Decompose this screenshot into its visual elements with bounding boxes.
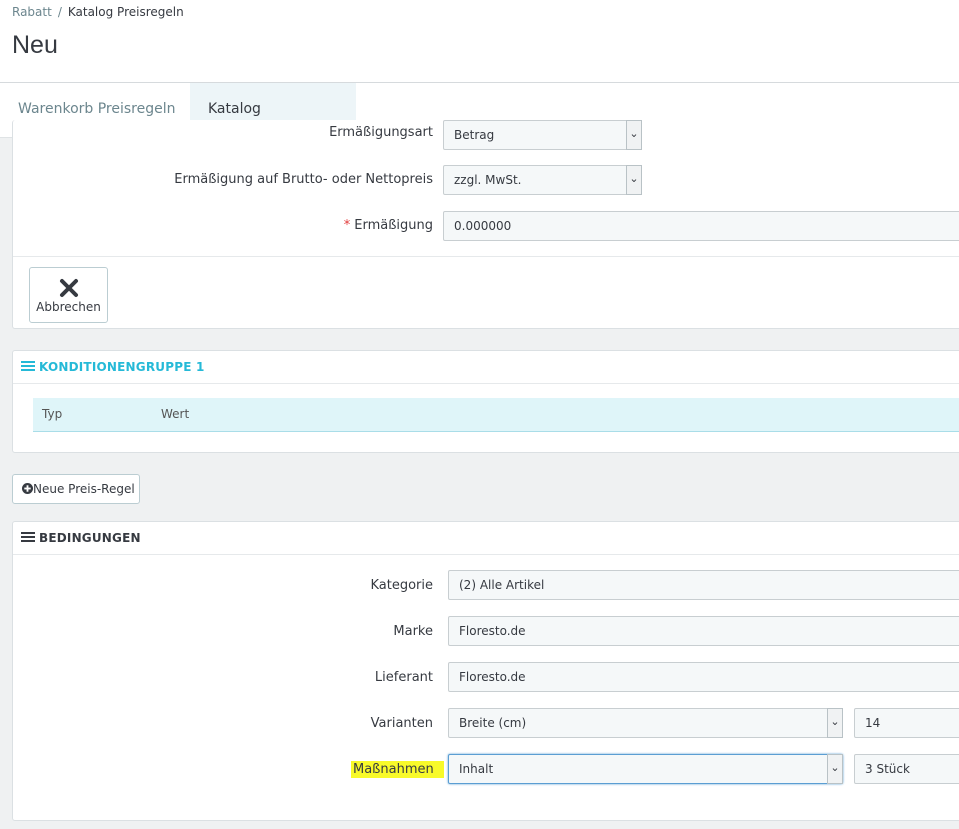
discount-type-select[interactable]: Betrag ⌄ (443, 120, 642, 150)
supplier-select[interactable]: Floresto.de (448, 662, 959, 692)
variants-value: Breite (cm) (459, 716, 527, 730)
measures-select[interactable]: Inhalt ⌄ (448, 754, 843, 784)
cancel-label: Abbrechen (36, 300, 101, 314)
brutto-netto-value: zzgl. MwSt. (454, 173, 522, 187)
condition-group-title: KONDITIONENGRUPPE 1 (39, 360, 205, 374)
variants-option-select[interactable]: 14 (854, 708, 959, 738)
measures-value: Inhalt (459, 762, 494, 776)
conditions-panel: BEDINGUNGEN Kategorie (2) Alle Artikel M… (12, 521, 959, 821)
required-marker: * (343, 218, 351, 233)
measures-label: Maßnahmen (351, 761, 444, 778)
condition-group-heading: KONDITIONENGRUPPE 1 (13, 351, 959, 384)
measures-label-wrap: Maßnahmen (351, 761, 444, 781)
category-select[interactable]: (2) Alle Artikel (448, 570, 959, 600)
supplier-label: Lieferant (374, 670, 433, 685)
category-label: Kategorie (370, 578, 433, 593)
new-price-rule-label: Neue Preis-Regel (33, 482, 135, 496)
condition-table-header: Typ Wert (33, 398, 959, 432)
brand-select[interactable]: Floresto.de (448, 616, 959, 646)
column-typ: Typ (42, 407, 63, 421)
discount-panel: Ermäßigungsart Betrag ⌄ Ermäßigung auf B… (12, 120, 959, 329)
conditions-title: BEDINGUNGEN (39, 531, 141, 545)
close-icon (30, 276, 107, 298)
breadcrumb-separator: / (57, 5, 62, 19)
brutto-netto-select[interactable]: zzgl. MwSt. ⌄ (443, 165, 642, 195)
list-icon (21, 531, 35, 542)
measures-option-select[interactable]: 3 Stück (854, 754, 959, 784)
chevron-down-icon: ⌄ (626, 165, 642, 195)
variants-label: Varianten (370, 716, 433, 731)
condition-group-panel: KONDITIONENGRUPPE 1 Typ Wert (12, 350, 959, 453)
variants-select[interactable]: Breite (cm) ⌄ (448, 708, 843, 738)
divider (13, 256, 959, 257)
page-header: Rabatt / Katalog Preisregeln Neu (0, 0, 959, 83)
breadcrumb-current: Katalog Preisregeln (67, 5, 184, 19)
cancel-button[interactable]: Abbrechen (29, 267, 108, 323)
discount-type-label: Ermäßigungsart (329, 125, 433, 140)
column-wert: Wert (161, 407, 190, 421)
chevron-down-icon: ⌄ (827, 754, 843, 784)
list-icon (21, 360, 35, 371)
brand-label: Marke (393, 624, 433, 639)
breadcrumb: Rabatt / Katalog Preisregeln (12, 5, 184, 19)
page-title: Neu (12, 31, 58, 59)
discount-type-value: Betrag (454, 128, 495, 142)
discount-amount-label-wrap: * Ermäßigung (13, 218, 433, 233)
chevron-down-icon: ⌄ (827, 708, 843, 738)
new-price-rule-button[interactable]: Neue Preis-Regel (12, 474, 140, 504)
conditions-heading: BEDINGUNGEN (13, 522, 959, 555)
plus-circle-icon (22, 483, 33, 494)
discount-amount-label: Ermäßigung (354, 218, 433, 233)
discount-amount-input[interactable]: 0.000000 (443, 211, 959, 241)
brutto-netto-label: Ermäßigung auf Brutto- oder Nettopreis (174, 172, 433, 187)
breadcrumb-parent[interactable]: Rabatt (12, 5, 52, 19)
chevron-down-icon: ⌄ (626, 120, 642, 150)
